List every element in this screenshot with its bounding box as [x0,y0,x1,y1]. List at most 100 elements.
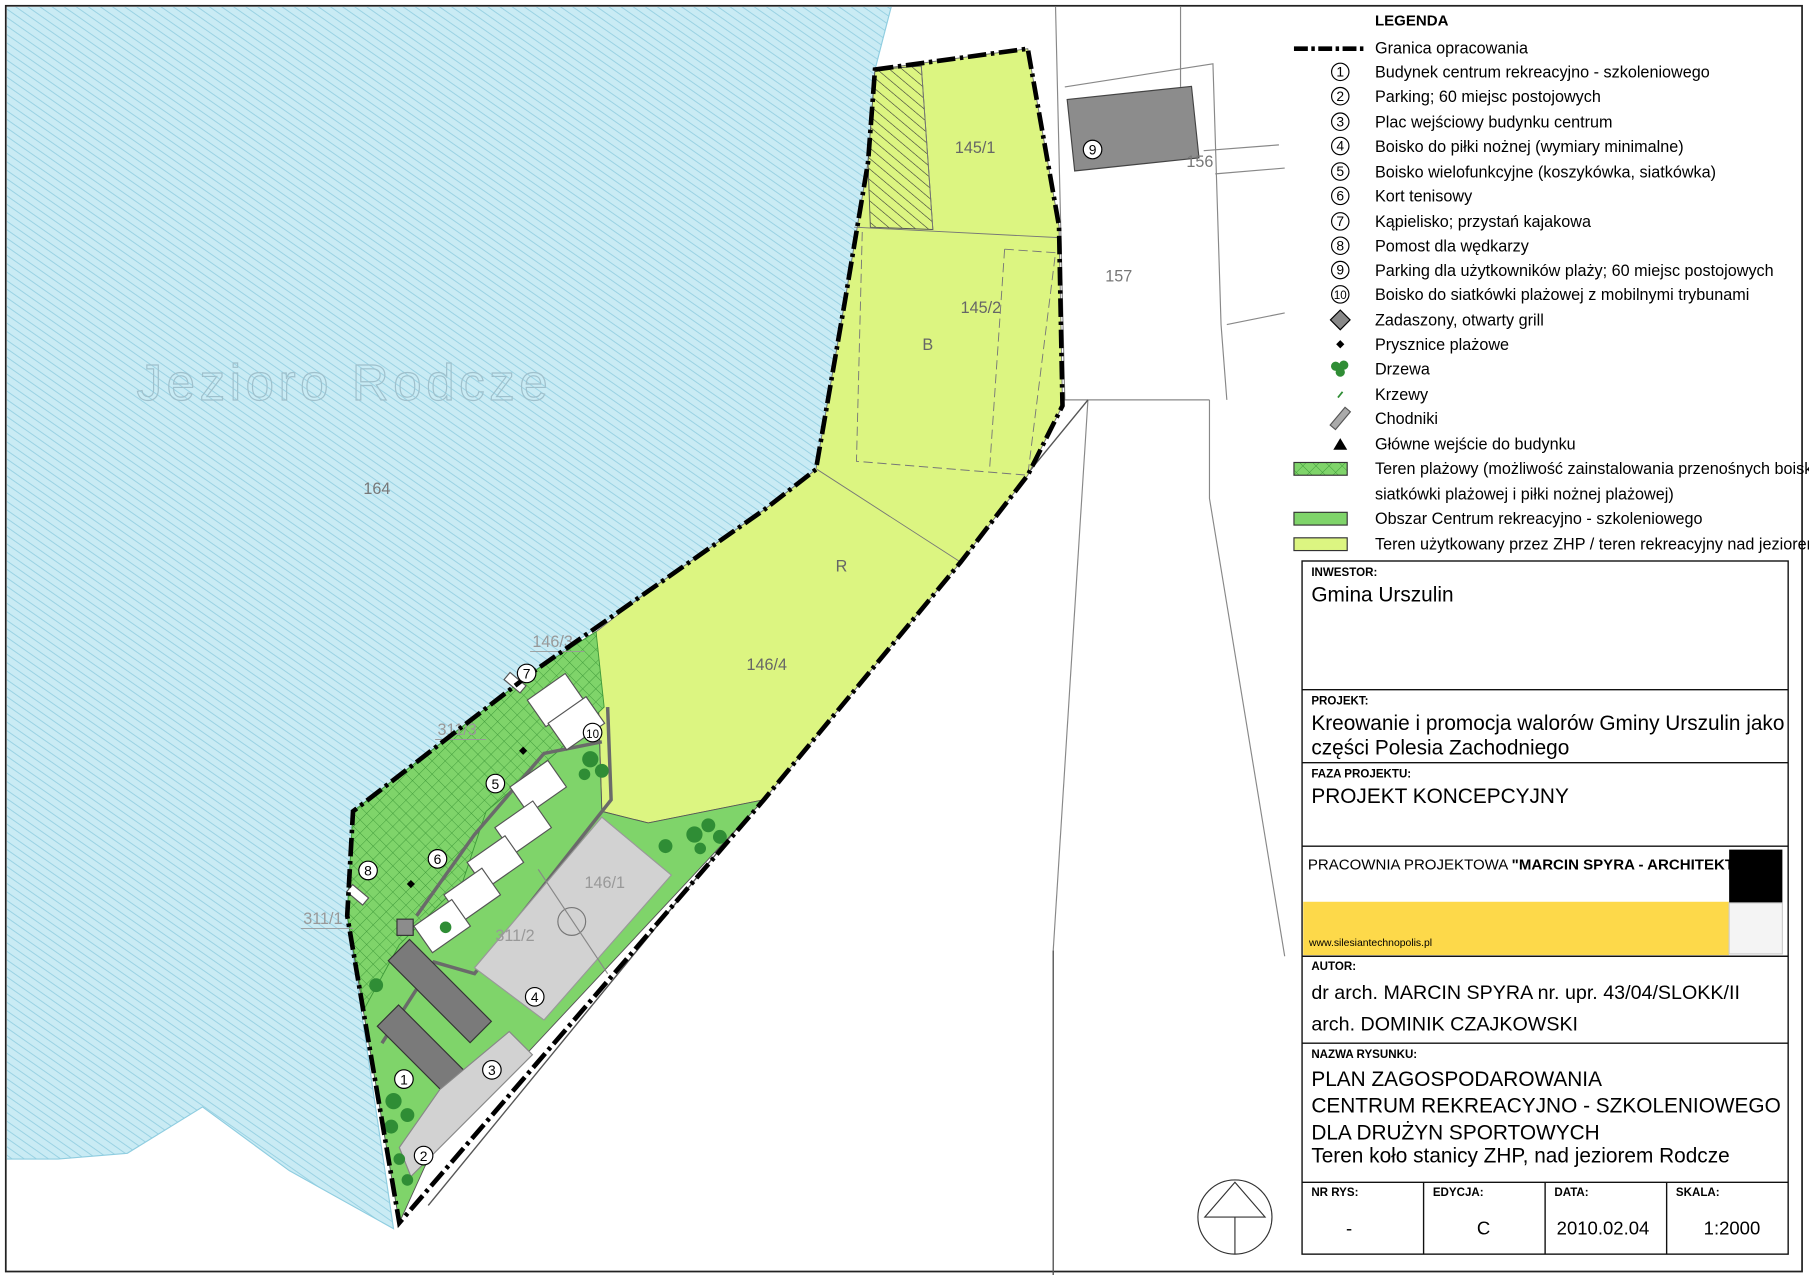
map-marker-10: 10 [582,722,603,743]
parcel-label-146-1: 146/1 [584,874,625,892]
number-circle-icon: 6 [1330,186,1350,206]
legend-row: 1 Budynek centrum rekreacyjno - szkolenio… [1330,62,1710,82]
grill-structure [396,918,414,936]
legend-label: Kort tenisowy [1375,188,1473,206]
investor-heading: INWESTOR: [1311,567,1377,579]
legend-label: Zadaszony, otwarty grill [1375,312,1544,330]
parcel-label-145-1: 145/1 [955,139,996,157]
parcel-label-311-1: 311/1 [303,910,342,928]
legend-row: 9 Parking dla użytkowników plaży; 60 miej… [1330,260,1774,280]
legend-label: Chodniki [1375,410,1438,428]
beach-swatch [1293,461,1348,476]
studio-website: www.silesiantechnopolis.pl [1308,938,1432,949]
studio-prefix: PRACOWNIA PROJEKTOWA [1308,856,1512,873]
legend-label: Boisko do piłki nożnej (wymiary minimaln… [1375,138,1684,156]
parcel-label-311-2: 311/2 [495,927,534,945]
legend-row: siatkówki plażowej i piłki nożnej plażow… [1375,486,1674,504]
svg-text:3: 3 [1336,113,1344,129]
map-marker-label: 8 [364,863,372,879]
site-plan-sheet: Jezioro Rodcze 164 156 157 145/1 145/2 B… [4,4,1809,1275]
studio-title: PRACOWNIA PROJEKTOWA "MARCIN SPYRA - ARC… [1308,856,1741,873]
svg-text:10: 10 [1334,290,1347,302]
legend-row: 4 Boisko do piłki nożnej (wymiary minimal… [1330,136,1684,156]
green-swatch [1293,511,1348,526]
legend-label: Granica opracowania [1375,39,1529,57]
map-marker-4: 4 [524,986,545,1007]
zone-label-r: R [836,557,848,575]
legend-label: Drzewa [1375,360,1431,378]
nr-value: - [1346,1217,1352,1238]
number-circle-icon: 7 [1330,212,1350,231]
map-marker-3: 3 [482,1059,502,1080]
svg-text:2: 2 [1336,88,1344,104]
legend-label: Teren użytkowany przez ZHP / teren rekre… [1375,535,1809,553]
legend-label: Boisko do siatkówki plażowej z mobilnymi… [1375,286,1749,304]
map-marker-label: 5 [492,776,500,792]
legend-row: 10 Boisko do siatkówki plażowej z mobilny… [1330,285,1749,304]
studio-logo-white [1728,902,1783,955]
author-1: dr arch. MARCIN SPYRA nr. upr. 43/04/SLO… [1311,982,1740,1004]
author-heading: AUTOR: [1311,961,1356,973]
lime-swatch [1293,537,1348,552]
legend-label: Parking; 60 miejsc postojowych [1375,88,1601,106]
parcel-label-156: 156 [1186,153,1213,171]
svg-text:7: 7 [1336,213,1344,229]
number-circle-icon: 5 [1330,162,1350,181]
date-heading: DATA: [1554,1187,1588,1199]
studio-name: "MARCIN SPYRA - ARCHITEKT" [1512,856,1741,873]
phase-value: PROJEKT KONCEPCYJNY [1311,785,1569,808]
map-marker-6: 6 [427,849,448,869]
map-marker-7: 7 [516,663,537,684]
map-marker-5: 5 [485,773,506,794]
parcel-label-164: 164 [363,480,390,498]
project-heading: PROJEKT: [1311,696,1368,708]
legend-label: Krzewy [1375,386,1429,404]
drawing-line-1: PLAN ZAGOSPODAROWANIA [1311,1068,1602,1091]
phase-heading: FAZA PROJEKTU: [1311,769,1411,781]
number-circle-icon: 2 [1330,86,1350,106]
edition-heading: EDYCJA: [1433,1187,1484,1199]
map-marker-label: 9 [1089,142,1097,158]
parcel-label-146-4: 146/4 [747,656,788,674]
map-marker-8: 8 [358,860,378,881]
parcel-label-311-3: 311/3 [437,721,476,739]
zone-label-b: B [922,336,933,354]
legend-label: Obszar Centrum rekreacyjno - szkoleniowe… [1375,510,1703,528]
svg-text:5: 5 [1336,163,1344,179]
map-marker-label: 7 [523,666,531,682]
legend-label: Pomost dla wędkarzy [1375,238,1530,256]
legend-label: Budynek centrum rekreacyjno - szkoleniow… [1375,64,1710,82]
project-line-1: Kreowanie i promocja walorów Gminy Urszu… [1311,712,1784,735]
parcel-label-145-2: 145/2 [961,299,1002,317]
parcel-label-157: 157 [1105,268,1132,286]
date-value: 2010.02.04 [1557,1217,1650,1238]
svg-text:8: 8 [1336,237,1344,253]
legend-label: Parking dla użytkowników plaży; 60 miejs… [1375,262,1774,280]
map-marker-label: 6 [434,851,442,867]
svg-text:1: 1 [1336,63,1344,79]
svg-text:6: 6 [1336,188,1344,204]
nr-heading: NR RYS: [1311,1187,1358,1199]
number-circle-icon: 3 [1330,112,1350,131]
map-marker-2: 2 [413,1145,434,1166]
lake-name: Jezioro Rodcze [137,354,553,411]
legend-label: siatkówki plażowej i piłki nożnej plażow… [1375,486,1674,504]
legend-label: Plac wejściowy budynku centrum [1375,113,1613,131]
legend-row: 5 Boisko wielofunkcyjne (koszykówka, siat… [1330,162,1716,181]
number-circle-icon: 8 [1330,236,1350,256]
legend-label: Prysznice plażowe [1375,336,1509,354]
map-marker-label: 1 [400,1071,408,1087]
legend-label: Główne wejście do budynku [1375,436,1576,454]
legend-title: LEGENDA [1375,12,1449,29]
investor-name: Gmina Urszulin [1311,584,1453,607]
scale-heading: SKALA: [1676,1187,1720,1199]
svg-text:9: 9 [1336,262,1344,278]
drawing-line-2: CENTRUM REKREACYJNO - SZKOLENIOWEGO [1311,1095,1780,1118]
drawing-line-4: Teren koło stanicy ZHP, nad jeziorem Rod… [1311,1145,1729,1168]
project-line-2: części Polesia Zachodniego [1311,737,1569,760]
legend-label: Kąpielisko; przystań kajakowa [1375,213,1592,231]
map-marker-1: 1 [394,1069,414,1089]
drawing-line-3: DLA DRUŻYN SPORTOWYCH [1311,1121,1599,1144]
legend-label: Boisko wielofunkcyjne (koszykówka, siatk… [1375,163,1716,181]
number-circle-icon: 10 [1330,285,1350,304]
